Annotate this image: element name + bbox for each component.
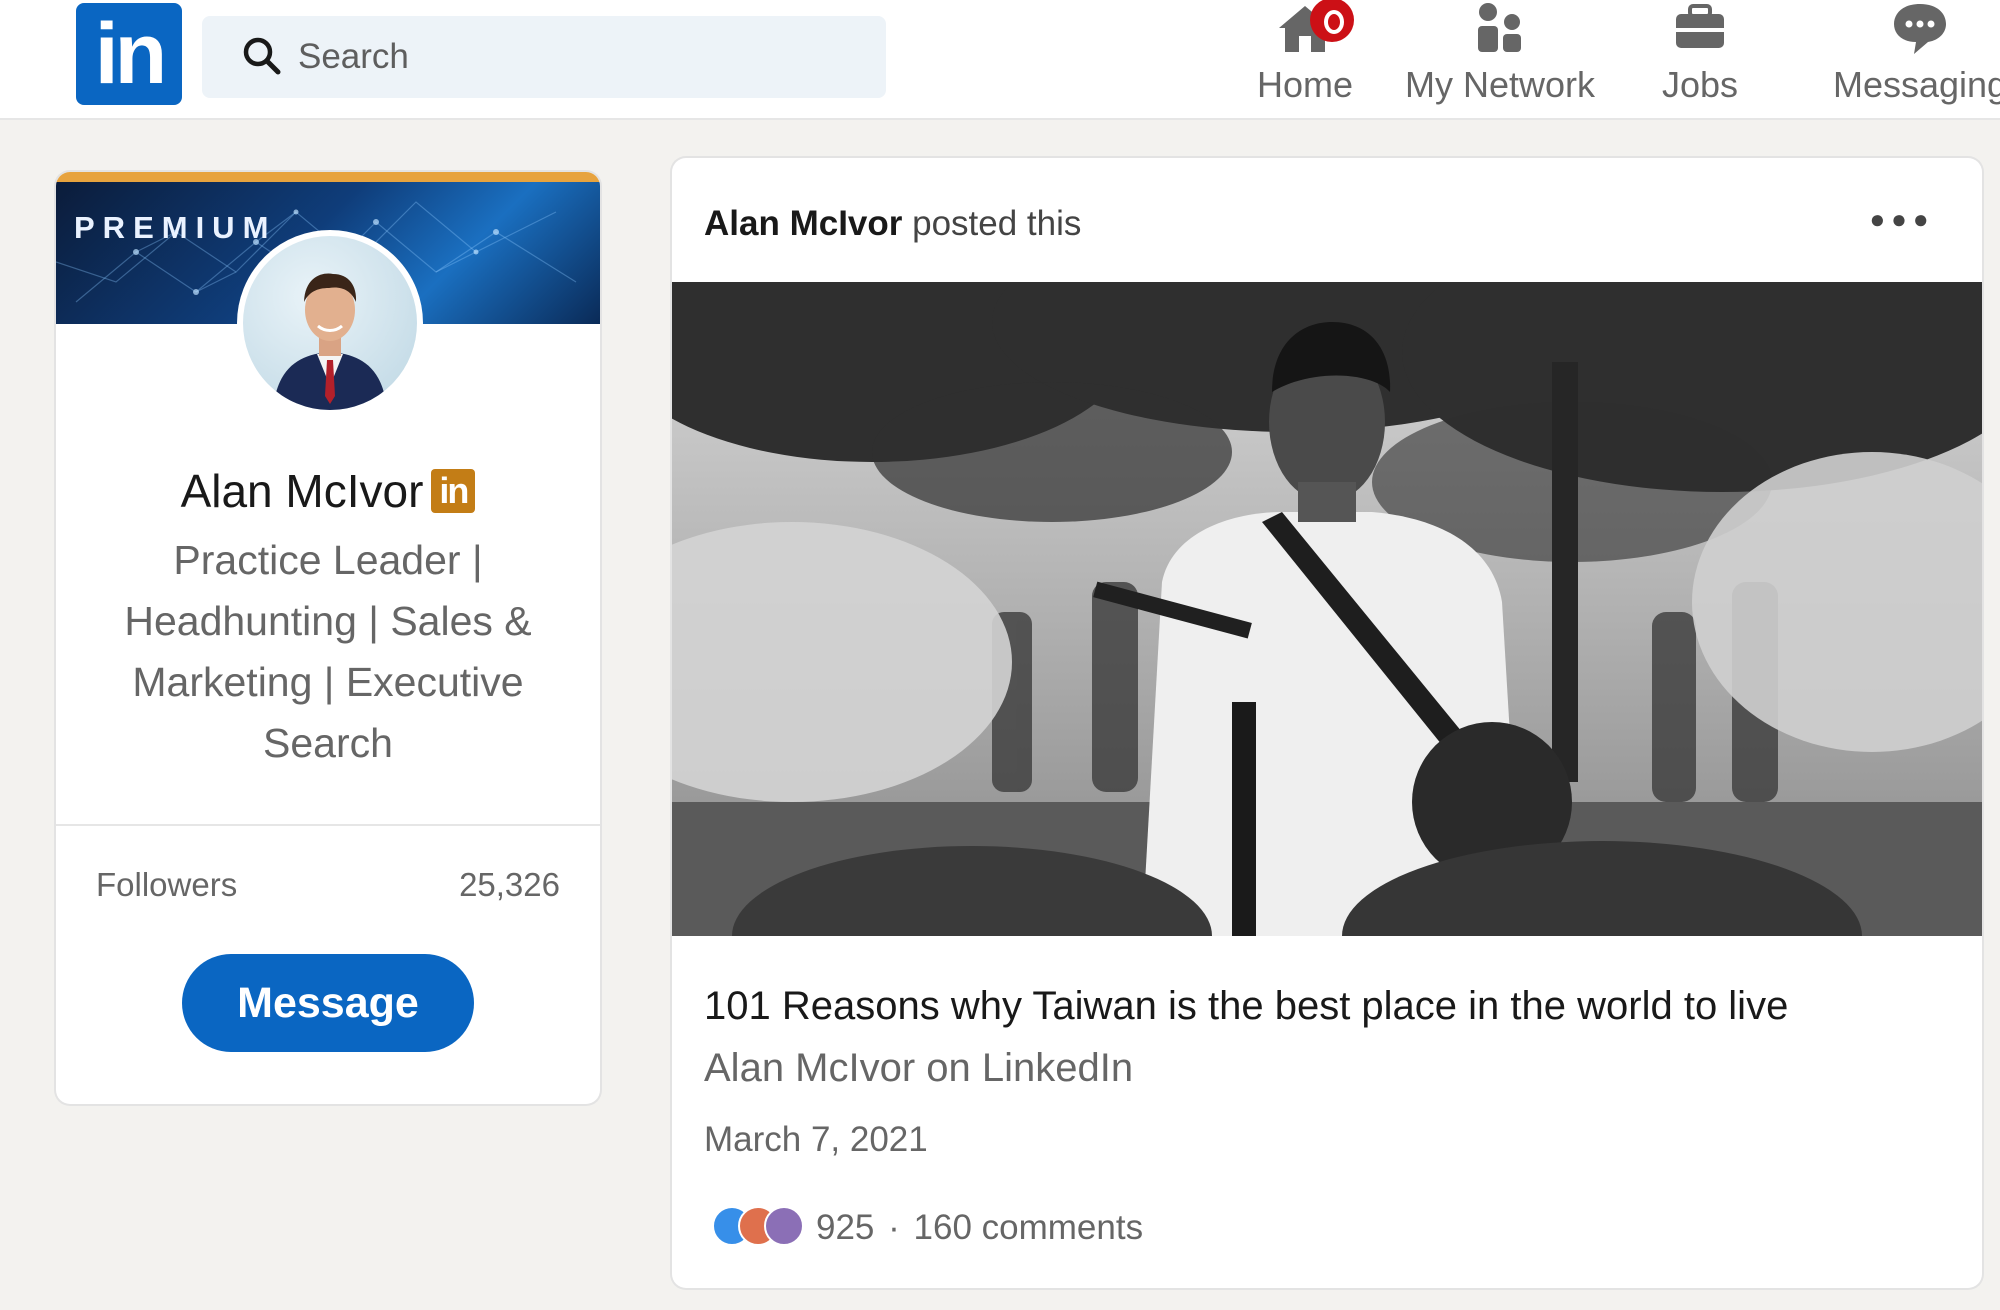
- followers-label: Followers: [96, 866, 238, 903]
- message-button[interactable]: Message: [182, 954, 474, 1052]
- search-icon: [243, 37, 281, 75]
- comments-count[interactable]: 160 comments: [914, 1208, 1144, 1248]
- reaction-icons: [712, 1206, 812, 1250]
- guitarist-photo: [672, 282, 1982, 936]
- nav-item-messaging[interactable]: Messaging: [1800, 0, 2000, 118]
- search-input[interactable]: [298, 30, 858, 84]
- post-header: Alan McIvor posted this: [704, 204, 1081, 244]
- avatar[interactable]: [237, 230, 423, 416]
- nav-label-my-network: My Network: [1404, 64, 1596, 105]
- profile-headline: Practice Leader | Headhunting | Sales & …: [124, 537, 532, 766]
- nav-item-my-network[interactable]: My Network: [1395, 0, 1605, 118]
- post-date: March 7, 2021: [704, 1120, 928, 1159]
- post-action-text: posted this: [912, 204, 1082, 243]
- top-nav-bar: in 8 Home My Network Jobs: [0, 0, 2000, 120]
- post-title-link[interactable]: 101 Reasons why Taiwan is the best place…: [704, 984, 1788, 1029]
- profile-card: PREMIUM Alan McIvor in Practice Leader | …: [56, 172, 600, 1104]
- reaction-count[interactable]: 925: [816, 1208, 874, 1248]
- nav-label-messaging: Messaging: [1832, 64, 2000, 105]
- feed-post: Alan McIvor posted this ●●● 101 Reasons …: [672, 158, 1982, 1288]
- profile-photo: [273, 273, 387, 410]
- premium-label: PREMIUM: [74, 210, 277, 245]
- briefcase-icon: [1676, 4, 1724, 48]
- search-box[interactable]: [202, 16, 886, 98]
- followers-count: 25,326: [459, 866, 560, 903]
- profile-name[interactable]: Alan McIvor in: [56, 464, 600, 518]
- linkedin-logo-icon[interactable]: in: [76, 3, 182, 105]
- reactions-summary[interactable]: 925 · 160 comments: [712, 1204, 1143, 1252]
- nav-label-home: Home: [1256, 64, 1354, 105]
- divider: [56, 824, 600, 826]
- nav-item-home[interactable]: 8 Home: [1240, 0, 1370, 118]
- nav-label-jobs: Jobs: [1661, 64, 1739, 105]
- post-actor-name[interactable]: Alan McIvor: [704, 204, 902, 243]
- post-image[interactable]: [672, 282, 1982, 936]
- separator-dot: ·: [878, 1208, 910, 1247]
- more-options-icon[interactable]: ●●●: [1862, 194, 1942, 244]
- profile-name-text: Alan McIvor: [180, 465, 424, 517]
- insightful-reaction-icon: [764, 1206, 804, 1246]
- premium-in-icon: in: [431, 468, 476, 513]
- notification-badge: 8: [1310, 0, 1354, 42]
- messaging-icon: [1894, 4, 1946, 54]
- post-source: Alan McIvor on LinkedIn: [704, 1046, 1134, 1090]
- premium-strip: [56, 172, 600, 182]
- network-icon: [1478, 3, 1521, 52]
- nav-item-jobs[interactable]: Jobs: [1640, 0, 1760, 118]
